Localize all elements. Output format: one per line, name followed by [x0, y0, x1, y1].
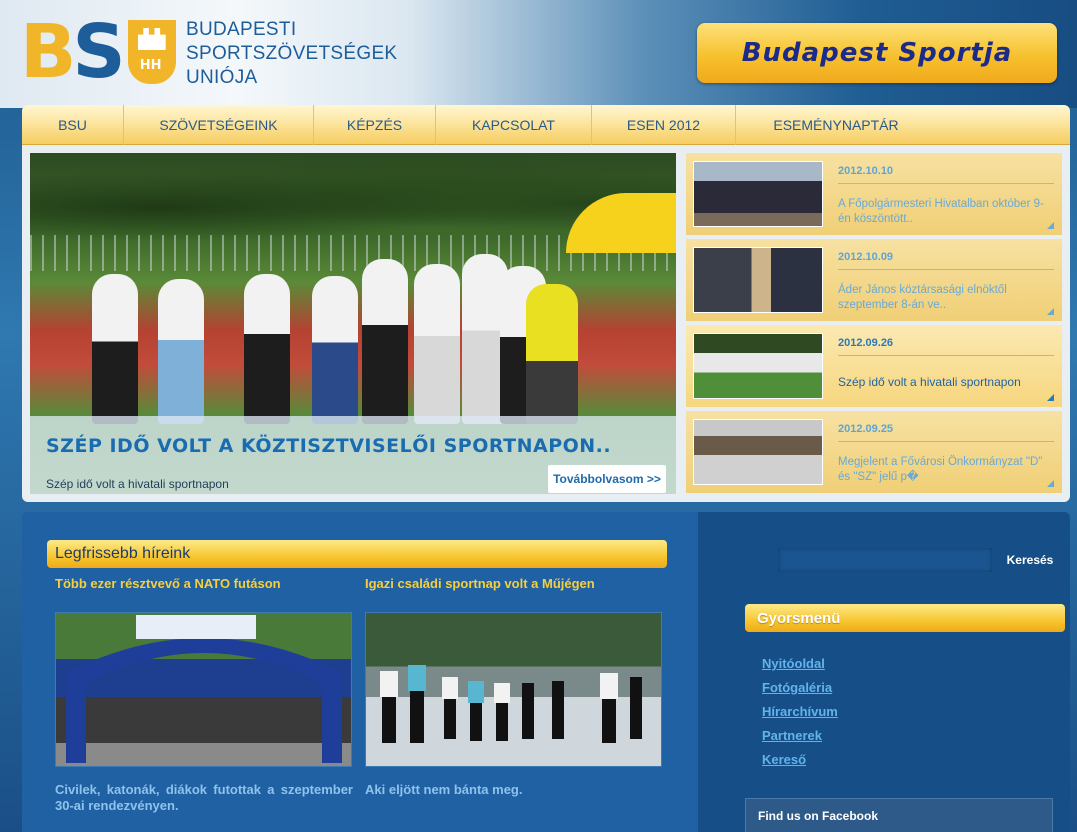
quick-link-hirarchivum[interactable]: Hírarchívum — [762, 700, 838, 724]
nav-item-esemenynaptar[interactable]: ESEMÉNYNAPTÁR — [736, 105, 936, 145]
corner-arrow-icon — [1047, 480, 1054, 487]
hero-person — [414, 264, 460, 424]
site-header: B S HH BUDAPESTI SPORTSZÖVETSÉGEK UNIÓJA… — [0, 0, 1077, 108]
hero-subtitle: Szép idő volt a hivatali sportnapon — [46, 477, 229, 491]
news-text: A Főpolgármesteri Hivatalban október 9-é… — [838, 198, 1044, 225]
content-area: Legfrissebb híreink Több ezer résztvevő … — [22, 512, 1070, 832]
hero-person — [92, 274, 138, 424]
slider-news-item[interactable]: 2012.10.10 A Főpolgármesteri Hivatalban … — [686, 153, 1062, 235]
quick-menu-heading: Gyorsmenü — [745, 604, 1065, 632]
quick-menu-links: Nyitóoldal Fotógaléria Hírarchívum Partn… — [762, 652, 838, 772]
hero-person — [526, 284, 578, 424]
nav-item-szovetsegeink[interactable]: SZÖVETSÉGEINK — [124, 104, 314, 145]
hero-person — [158, 279, 204, 424]
news-thumbnail — [693, 333, 823, 399]
article-description: Aki eljött nem bánta meg. — [365, 782, 523, 797]
hero-person — [312, 276, 358, 424]
news-date: 2012.10.10 — [838, 165, 1054, 184]
slider-news-item[interactable]: 2012.10.09 Áder János köztársasági elnök… — [686, 239, 1062, 321]
search-input[interactable] — [778, 548, 992, 572]
nav-item-esen-2012[interactable]: ESEN 2012 — [592, 104, 736, 145]
news-text: Szép idő volt a hivatali sportnapon — [838, 375, 1021, 389]
hero-title[interactable]: SZÉP IDŐ VOLT A KÖZTISZTVISELŐI SPORTNAP… — [46, 435, 611, 457]
read-more-button[interactable]: Továbbolvasom >> — [548, 465, 666, 493]
slider-news-list: 2012.10.10 A Főpolgármesteri Hivatalban … — [686, 153, 1062, 494]
nav-item-bsu[interactable]: BSU — [22, 104, 124, 145]
slider-news-item[interactable]: 2012.09.25 Megjelent a Fővárosi Önkormán… — [686, 411, 1062, 493]
finish-arch-icon — [66, 615, 342, 763]
dancers-illustration — [380, 665, 642, 743]
main-nav: BSU SZÖVETSÉGEINK KÉPZÉS KAPCSOLAT ESEN … — [22, 104, 1070, 145]
org-name-line-3: UNIÓJA — [186, 67, 258, 88]
article-image[interactable] — [365, 612, 662, 767]
nav-item-kapcsolat[interactable]: KAPCSOLAT — [436, 104, 592, 145]
news-text: Megjelent a Fővárosi Önkormányzat "D" és… — [838, 456, 1043, 483]
search-button[interactable]: Keresés — [1000, 548, 1060, 572]
news-thumbnail — [693, 419, 823, 485]
news-text: Áder János köztársasági elnöktől szeptem… — [838, 284, 1007, 311]
article-title[interactable]: Igazi családi sportnap volt a Műjégen — [365, 576, 595, 591]
logo-letter-s: S — [72, 9, 125, 95]
budapest-sportja-banner[interactable]: Budapest Sportja — [697, 23, 1057, 83]
news-date: 2012.09.25 — [838, 423, 1054, 442]
facebook-box[interactable]: Find us on Facebook — [745, 798, 1053, 832]
article-title[interactable]: Több ezer résztvevő a NATO futáson — [55, 576, 281, 591]
main-column: Legfrissebb híreink Több ezer résztvevő … — [22, 512, 698, 832]
hero-person — [362, 259, 408, 424]
featured-slider: SZÉP IDŐ VOLT A KÖZTISZTVISELŐI SPORTNAP… — [22, 145, 1070, 502]
corner-arrow-icon — [1047, 308, 1054, 315]
logo-shield-icon: HH — [127, 20, 176, 84]
facebook-title: Find us on Facebook — [758, 809, 879, 823]
bsu-logo[interactable]: B S HH — [20, 9, 176, 95]
nav-item-kepzes[interactable]: KÉPZÉS — [314, 104, 436, 145]
quick-link-nyitooldal[interactable]: Nyitóoldal — [762, 652, 838, 676]
quick-link-fotogaleria[interactable]: Fotógaléria — [762, 676, 838, 700]
hero-image[interactable]: SZÉP IDŐ VOLT A KÖZTISZTVISELŐI SPORTNAP… — [30, 153, 676, 494]
org-name-line-2: SPORTSZÖVETSÉGEK — [186, 43, 398, 64]
news-date: 2012.10.09 — [838, 251, 1054, 270]
quick-link-kereso[interactable]: Kereső — [762, 748, 838, 772]
org-name-line-1: BUDAPESTI — [186, 19, 297, 40]
logo-letter-b: B — [20, 9, 76, 95]
latest-news-heading: Legfrissebb híreink — [47, 540, 667, 568]
article-description: Civilek, katonák, diákok futottak a szep… — [55, 782, 353, 813]
slider-news-item-active[interactable]: 2012.09.26 Szép idő volt a hivatali spor… — [686, 325, 1062, 407]
news-thumbnail — [693, 161, 823, 227]
hero-person — [244, 274, 290, 424]
news-thumbnail — [693, 247, 823, 313]
article-image[interactable] — [55, 612, 352, 767]
corner-arrow-icon — [1047, 222, 1054, 229]
shield-mark: HH — [139, 58, 162, 73]
castle-tower-icon — [137, 28, 166, 50]
org-name: BUDAPESTI SPORTSZÖVETSÉGEK UNIÓJA — [186, 18, 397, 90]
news-date: 2012.09.26 — [838, 337, 1054, 356]
corner-arrow-icon — [1047, 394, 1054, 401]
quick-link-partnerek[interactable]: Partnerek — [762, 724, 838, 748]
